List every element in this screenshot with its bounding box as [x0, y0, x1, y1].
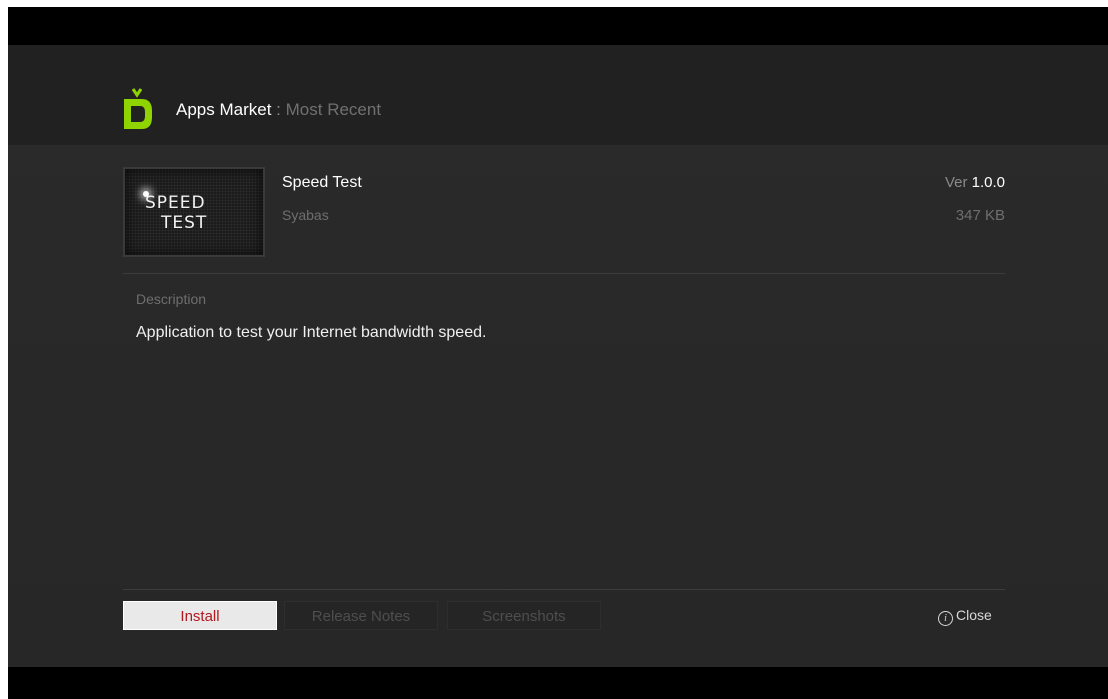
- info-icon: i: [938, 611, 953, 626]
- close-label: Close: [956, 607, 992, 623]
- release-notes-button[interactable]: Release Notes: [284, 601, 438, 630]
- version-label: Ver: [944, 174, 968, 191]
- breadcrumb: Apps Market : Most Recent: [176, 100, 381, 120]
- close-button[interactable]: i Close: [938, 607, 992, 626]
- description-text: Application to test your Internet bandwi…: [136, 324, 487, 341]
- thumbnail-line2: TEST: [161, 213, 208, 233]
- app-title: Apps Market: [176, 100, 272, 119]
- apps-market-logo-icon: [124, 88, 152, 129]
- app-detail-panel: Apps Market : Most Recent SPEED TEST Spe…: [8, 45, 1108, 667]
- app-developer: Syabas: [282, 207, 329, 223]
- description-label: Description: [136, 291, 207, 307]
- section-title: Most Recent: [285, 100, 382, 119]
- app-name: Speed Test: [282, 174, 362, 191]
- divider: [123, 589, 1005, 590]
- header-bar: [8, 45, 1108, 145]
- install-button[interactable]: Install: [123, 601, 277, 630]
- screenshots-button[interactable]: Screenshots: [447, 601, 601, 630]
- version-number: 1.0.0: [971, 174, 1005, 191]
- divider: [123, 273, 1005, 274]
- app-thumbnail: SPEED TEST: [123, 167, 265, 257]
- app-size: 347 KB: [955, 207, 1005, 224]
- thumbnail-line1: SPEED: [145, 193, 206, 213]
- screen: Apps Market : Most Recent SPEED TEST Spe…: [8, 7, 1108, 699]
- app-version: Ver 1.0.0: [945, 174, 1005, 191]
- breadcrumb-separator: :: [276, 100, 281, 119]
